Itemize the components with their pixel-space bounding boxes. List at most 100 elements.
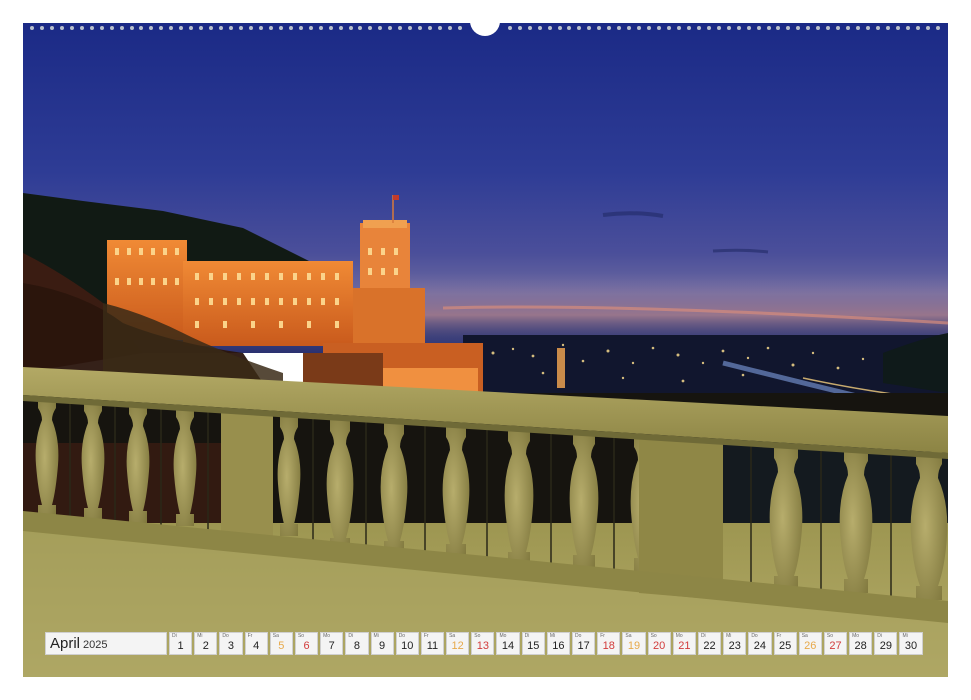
- binding-hole: [209, 26, 214, 30]
- binding-hole: [627, 26, 632, 30]
- binding-hole: [328, 26, 333, 30]
- binding-hole: [99, 26, 104, 30]
- day-weekday: Mi: [549, 633, 556, 639]
- day-weekday: Sa: [625, 633, 632, 639]
- binding-hole: [418, 26, 423, 30]
- day-cell: Mo 28: [849, 632, 873, 655]
- binding-hole: [378, 26, 383, 30]
- binding-hole: [229, 26, 234, 30]
- binding-hole: [199, 26, 204, 30]
- day-cell: Mi 16: [546, 632, 570, 655]
- binding-hole: [248, 26, 253, 30]
- day-weekday: So: [826, 633, 833, 639]
- day-cell: Do 17: [572, 632, 596, 655]
- day-number: 9: [379, 640, 386, 652]
- day-weekday: Fr: [600, 633, 605, 639]
- binding-hole: [348, 26, 353, 30]
- day-weekday: Sa: [272, 633, 279, 639]
- month-name: April: [50, 635, 81, 652]
- binding-hole: [268, 26, 273, 30]
- day-weekday: Mi: [902, 633, 908, 639]
- day-weekday: Di: [172, 633, 177, 639]
- binding-hole: [686, 26, 691, 30]
- day-number: 27: [829, 640, 842, 652]
- binding-hole: [736, 26, 741, 30]
- calendar-photo: [23, 23, 948, 677]
- binding-hole: [915, 26, 920, 30]
- binding-hole: [438, 26, 443, 30]
- day-weekday: Mo: [852, 633, 860, 639]
- binding-hole: [637, 26, 642, 30]
- month-label: April 2025: [45, 632, 167, 655]
- binding-hole: [109, 26, 114, 30]
- day-weekday: Do: [222, 633, 229, 639]
- day-number: 21: [678, 640, 691, 652]
- day-weekday: Do: [751, 633, 758, 639]
- binding-hole: [448, 26, 453, 30]
- binding-hole: [726, 26, 731, 30]
- day-number: 10: [401, 640, 414, 652]
- day-cell: Mo 7: [320, 632, 344, 655]
- binding-hole: [527, 26, 532, 30]
- day-number: 7: [328, 640, 335, 652]
- day-cell: Di 15: [521, 632, 545, 655]
- binding-hole: [567, 26, 572, 30]
- day-number: 25: [778, 640, 792, 652]
- binding-hole: [239, 26, 244, 30]
- day-weekday: So: [650, 633, 657, 639]
- day-cell: Fr 18: [597, 632, 621, 655]
- day-number: 23: [728, 640, 741, 652]
- day-number: 13: [476, 640, 489, 652]
- binding-hole: [905, 26, 910, 30]
- day-cell: Di 1: [169, 632, 193, 655]
- day-cell: Di 8: [345, 632, 369, 655]
- day-number: 30: [904, 640, 918, 652]
- binding-hole: [159, 26, 164, 30]
- day-number: 22: [703, 640, 716, 652]
- binding-hole: [885, 26, 890, 30]
- binding-hole: [836, 26, 841, 30]
- day-number: 4: [253, 640, 260, 652]
- binding-hole: [786, 26, 791, 30]
- binding-hole: [59, 26, 64, 30]
- binding-hole: [338, 26, 343, 30]
- day-number: 18: [602, 640, 615, 652]
- binding-hole: [667, 26, 671, 30]
- binding-hole: [79, 26, 84, 30]
- day-number: 12: [451, 640, 464, 652]
- day-cell: Di 22: [697, 632, 722, 655]
- binding-hole: [298, 26, 303, 30]
- day-cell: Do 3: [219, 632, 243, 655]
- day-cell: Sa 5: [269, 632, 293, 655]
- day-weekday: Mo: [499, 633, 507, 639]
- day-number: 5: [278, 640, 285, 652]
- binding-hole: [856, 26, 861, 30]
- binding-hole: [766, 26, 771, 30]
- binding-hole: [69, 26, 74, 30]
- day-number: 28: [854, 640, 867, 652]
- day-weekday: So: [297, 633, 305, 639]
- binding-hole: [189, 26, 194, 30]
- binding-hole: [368, 26, 373, 30]
- binding-hole: [607, 26, 612, 30]
- binding-hole: [507, 26, 512, 30]
- day-number: 3: [227, 640, 235, 652]
- day-weekday: Di: [700, 633, 706, 639]
- day-number: 1: [177, 640, 184, 652]
- day-cell: Fr 11: [420, 632, 445, 655]
- day-cell: Mo 21: [672, 632, 696, 655]
- day-cell: Fr 25: [773, 632, 797, 655]
- binding-hole: [925, 26, 930, 30]
- binding-hole: [617, 26, 622, 30]
- binding-hole: [358, 26, 363, 30]
- day-weekday: Di: [877, 633, 882, 639]
- day-number: 16: [552, 640, 565, 652]
- binding-hole: [756, 26, 761, 30]
- day-number: 20: [653, 640, 666, 652]
- day-number: 17: [577, 640, 590, 652]
- day-cell: So 20: [647, 632, 671, 655]
- day-cell: Do 10: [395, 632, 419, 655]
- day-number: 2: [202, 640, 209, 652]
- day-cell: Sa 12: [446, 632, 470, 655]
- day-weekday: Fr: [776, 633, 782, 639]
